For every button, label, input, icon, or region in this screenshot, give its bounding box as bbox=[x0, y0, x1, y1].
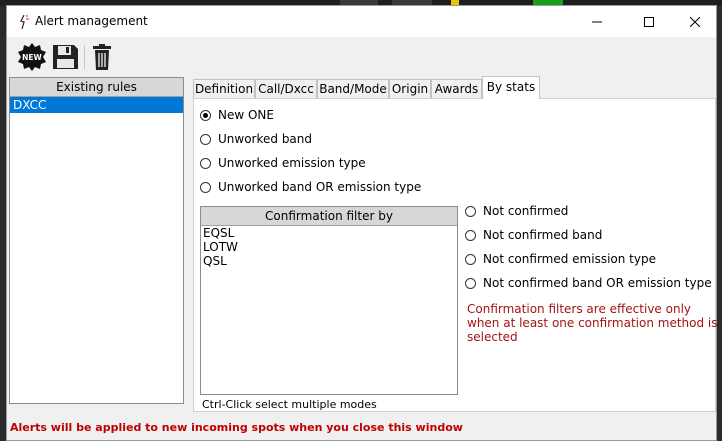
option-label: Unworked band OR emission type bbox=[218, 180, 422, 194]
option-label: Unworked band bbox=[218, 132, 313, 146]
option-not-confirmed[interactable]: Not confirmed bbox=[465, 204, 568, 218]
window-title: Alert management bbox=[35, 14, 148, 28]
minimize-icon bbox=[592, 21, 602, 22]
radio-button[interactable] bbox=[200, 181, 211, 193]
alert-management-window: Alert management NEW Existing rules DXCC… bbox=[6, 5, 718, 441]
radio-button[interactable] bbox=[200, 109, 211, 121]
radio-button[interactable] bbox=[465, 205, 476, 217]
multi-select-hint: Ctrl-Click select multiple modes bbox=[202, 398, 377, 411]
close-button[interactable] bbox=[672, 6, 718, 37]
option-label: Not confirmed band bbox=[483, 228, 603, 242]
radio-button[interactable] bbox=[200, 157, 211, 169]
radio-button[interactable] bbox=[465, 229, 476, 241]
option-unworked-band[interactable]: Unworked band bbox=[200, 132, 312, 146]
maximize-button[interactable] bbox=[626, 6, 672, 37]
tab-call-dxcc[interactable]: Call/Dxcc bbox=[255, 79, 317, 98]
maximize-icon bbox=[644, 16, 654, 27]
radio-button[interactable] bbox=[465, 277, 476, 289]
rule-item-dxcc[interactable]: DXCC bbox=[10, 97, 183, 113]
new-badge-text: NEW bbox=[22, 53, 42, 62]
option-not-confirmed-band-or-emission[interactable]: Not confirmed band OR emission type bbox=[465, 276, 712, 290]
title-bar: Alert management bbox=[7, 6, 716, 37]
radio-button[interactable] bbox=[465, 253, 476, 265]
list-item-lotw[interactable]: LOTW bbox=[201, 240, 457, 254]
tab-awards[interactable]: Awards bbox=[431, 79, 482, 98]
save-icon[interactable] bbox=[50, 42, 80, 72]
option-new-one[interactable]: New ONE bbox=[200, 108, 274, 122]
tab-origin[interactable]: Origin bbox=[389, 79, 431, 98]
toolbar: NEW bbox=[7, 37, 716, 77]
list-item-eqsl[interactable]: EQSL bbox=[201, 226, 457, 240]
option-label: Not confirmed band OR emission type bbox=[483, 276, 712, 290]
existing-rules-header: Existing rules bbox=[10, 78, 183, 97]
existing-rules-list: Existing rules DXCC bbox=[9, 77, 184, 404]
option-unworked-band-or-emission[interactable]: Unworked band OR emission type bbox=[200, 180, 421, 194]
radio-button[interactable] bbox=[200, 133, 211, 145]
option-label: Unworked emission type bbox=[218, 156, 366, 170]
confirmation-warning: Confirmation filters are effective only … bbox=[467, 302, 718, 344]
close-icon bbox=[690, 16, 700, 27]
confirmation-filter-list: Confirmation filter by EQSL LOTW QSL bbox=[200, 206, 458, 395]
option-not-confirmed-band[interactable]: Not confirmed band bbox=[465, 228, 602, 242]
option-unworked-emission-type[interactable]: Unworked emission type bbox=[200, 156, 366, 170]
tab-band-mode[interactable]: Band/Mode bbox=[317, 79, 389, 98]
status-message: Alerts will be applied to new incoming s… bbox=[10, 421, 463, 434]
toolbar-separator bbox=[84, 45, 85, 69]
option-label: Not confirmed bbox=[483, 204, 569, 218]
option-not-confirmed-emission-type[interactable]: Not confirmed emission type bbox=[465, 252, 656, 266]
confirmation-filter-header: Confirmation filter by bbox=[201, 207, 457, 226]
tab-by-stats[interactable]: By stats bbox=[482, 76, 540, 99]
app-icon bbox=[20, 14, 29, 30]
tab-definition[interactable]: Definition bbox=[193, 79, 255, 98]
list-item-qsl[interactable]: QSL bbox=[201, 254, 457, 268]
option-label: Not confirmed emission type bbox=[483, 252, 656, 266]
option-label: New ONE bbox=[218, 108, 274, 122]
trash-icon[interactable] bbox=[87, 42, 117, 72]
new-icon[interactable]: NEW bbox=[17, 42, 47, 72]
by-stats-panel: New ONE Unworked band Unworked emission … bbox=[193, 98, 718, 412]
minimize-button[interactable] bbox=[574, 6, 620, 37]
